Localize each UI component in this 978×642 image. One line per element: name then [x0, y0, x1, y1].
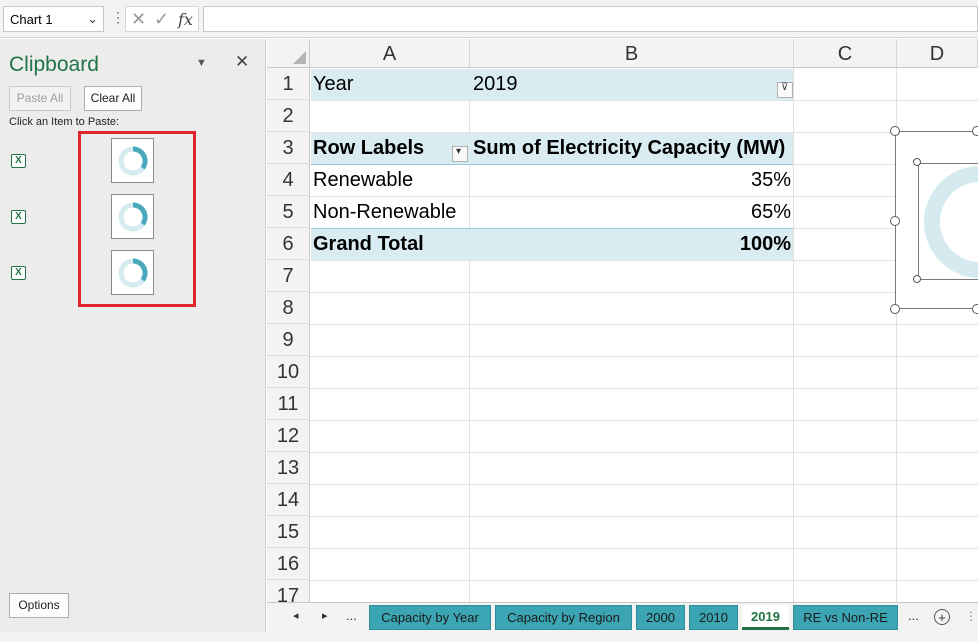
- row-header[interactable]: 1: [267, 68, 310, 100]
- cell-b6[interactable]: 100%: [473, 228, 791, 260]
- formula-input[interactable]: [203, 6, 978, 32]
- cell-b4[interactable]: 35%: [473, 164, 791, 196]
- resize-handle[interactable]: [913, 158, 921, 166]
- row-header[interactable]: 3: [267, 132, 310, 164]
- resize-handle[interactable]: [890, 126, 900, 136]
- resize-handle[interactable]: [972, 304, 978, 314]
- cell-a3[interactable]: Row Labels: [313, 132, 424, 164]
- name-box-value: Chart 1: [10, 12, 53, 27]
- cell-b1[interactable]: 2019: [473, 68, 518, 100]
- formula-bar: Chart 1 ⌄ ⋮ ✕ ✓ fx: [0, 0, 978, 38]
- row-header[interactable]: 10: [267, 356, 310, 388]
- add-sheet-icon[interactable]: +: [934, 609, 950, 625]
- gridline: [310, 356, 978, 357]
- gridline: [310, 324, 978, 325]
- select-all-corner[interactable]: [267, 39, 310, 68]
- sheet-tab[interactable]: 2000: [636, 605, 685, 630]
- gridline: [310, 388, 978, 389]
- scroll-left-icon[interactable]: ◂: [293, 609, 299, 622]
- formula-buttons: ✕ ✓ fx: [125, 6, 199, 32]
- formula-bar-grip-icon: ⋮: [111, 9, 125, 25]
- gridline: [310, 260, 978, 261]
- options-button[interactable]: Options: [9, 593, 69, 618]
- row-header[interactable]: 6: [267, 228, 310, 260]
- chevron-down-icon[interactable]: ⌄: [87, 11, 98, 27]
- cell-a1[interactable]: Year: [313, 68, 353, 100]
- row-header[interactable]: 15: [267, 516, 310, 548]
- close-icon[interactable]: ✕: [235, 52, 249, 72]
- cell-b5[interactable]: 65%: [473, 196, 791, 228]
- report-filter-band: [311, 69, 793, 100]
- gridline: [310, 580, 978, 581]
- sheet-tab[interactable]: Capacity by Region: [495, 605, 632, 630]
- insert-function-icon[interactable]: fx: [178, 10, 193, 29]
- row-header[interactable]: 2: [267, 100, 310, 132]
- splitter-grip-icon[interactable]: ⋮: [965, 609, 977, 623]
- row-header[interactable]: 12: [267, 420, 310, 452]
- gridline: [310, 484, 978, 485]
- row-header[interactable]: 8: [267, 292, 310, 324]
- status-bar: [0, 632, 978, 642]
- enter-icon[interactable]: ✓: [154, 9, 169, 30]
- highlight-box: [78, 131, 196, 307]
- gridline: [310, 292, 978, 293]
- scroll-right-icon[interactable]: ▸: [322, 609, 328, 622]
- row-header[interactable]: 16: [267, 548, 310, 580]
- sheet-tabs-bar: ◂ ▸ ... Capacity by Year Capacity by Reg…: [267, 602, 978, 632]
- worksheet-grid[interactable]: A B C D 1 2 3 4 5 6 7 8 9 10 11 12 13 14…: [267, 39, 978, 602]
- row-header[interactable]: 5: [267, 196, 310, 228]
- resize-handle[interactable]: [913, 275, 921, 283]
- row-header[interactable]: 7: [267, 260, 310, 292]
- cell-b3[interactable]: Sum of Electricity Capacity (MW): [473, 132, 785, 164]
- resize-handle[interactable]: [972, 126, 978, 136]
- resize-handle[interactable]: [890, 304, 900, 314]
- excel-icon: X: [11, 210, 26, 224]
- gridline: [310, 100, 978, 101]
- row-header[interactable]: 11: [267, 388, 310, 420]
- gridline: [310, 548, 978, 549]
- excel-icon: X: [11, 154, 26, 168]
- more-sheets-right[interactable]: ...: [908, 608, 919, 623]
- gridline: [793, 68, 794, 602]
- sheet-tab-active[interactable]: 2019: [742, 605, 789, 630]
- cell-a4[interactable]: Renewable: [313, 164, 413, 196]
- cancel-icon[interactable]: ✕: [131, 9, 146, 30]
- pane-title: Clipboard: [9, 53, 99, 76]
- more-sheets-left[interactable]: ...: [346, 608, 357, 623]
- filter-icon[interactable]: ⊽: [777, 82, 793, 98]
- row-header[interactable]: 17: [267, 580, 310, 602]
- gridline: [310, 452, 978, 453]
- column-header-a[interactable]: A: [310, 39, 470, 68]
- row-header[interactable]: 13: [267, 452, 310, 484]
- column-header-d[interactable]: D: [897, 39, 978, 68]
- donut-chart[interactable]: [918, 163, 978, 281]
- pane-options-icon[interactable]: ▼: [196, 57, 207, 69]
- sheet-tab[interactable]: RE vs Non-RE: [793, 605, 898, 630]
- row-header[interactable]: 9: [267, 324, 310, 356]
- clipboard-pane: Clipboard ▼ ✕ Paste All Clear All Click …: [0, 39, 266, 632]
- column-header-c[interactable]: C: [794, 39, 897, 68]
- column-header-b[interactable]: B: [470, 39, 794, 68]
- cell-a6[interactable]: Grand Total: [313, 228, 424, 260]
- paste-all-button[interactable]: Paste All: [9, 86, 71, 111]
- row-header[interactable]: 4: [267, 164, 310, 196]
- paste-hint: Click an Item to Paste:: [9, 116, 120, 128]
- gridline: [310, 516, 978, 517]
- resize-handle[interactable]: [890, 216, 900, 226]
- row-header[interactable]: 14: [267, 484, 310, 516]
- dropdown-arrow-icon[interactable]: ▾: [452, 146, 468, 162]
- name-box[interactable]: Chart 1 ⌄: [3, 6, 104, 32]
- clear-all-button[interactable]: Clear All: [84, 86, 142, 111]
- gridline: [310, 420, 978, 421]
- sheet-tab[interactable]: Capacity by Year: [369, 605, 491, 630]
- cell-a5[interactable]: Non-Renewable: [313, 196, 456, 228]
- excel-icon: X: [11, 266, 26, 280]
- sheet-tab[interactable]: 2010: [689, 605, 738, 630]
